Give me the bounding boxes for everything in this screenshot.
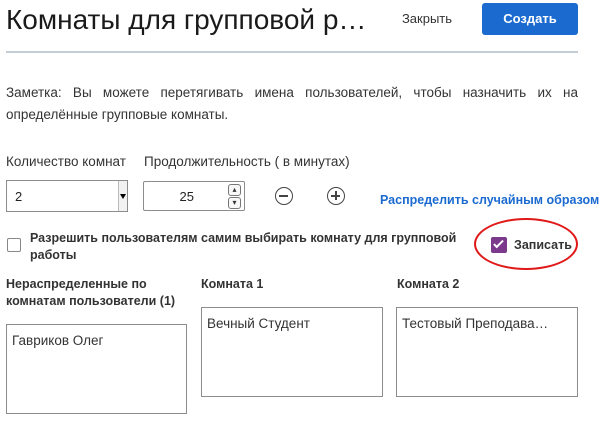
close-button[interactable]: Закрыть <box>391 4 463 34</box>
dialog-title: Комнаты для групповой ра… <box>6 4 378 35</box>
room-2-header: Комната 2 <box>397 277 460 291</box>
room-1-box[interactable]: Вечный Студент <box>201 307 383 397</box>
select-arrow-column <box>118 181 127 211</box>
self-select-checkbox[interactable] <box>7 238 21 252</box>
decrease-rooms-button[interactable] <box>275 187 293 205</box>
drag-note: Заметка: Вы можете перетягивать имена по… <box>6 85 578 122</box>
user-item[interactable]: Гавриков Олег <box>12 333 182 348</box>
chevron-down-icon <box>120 194 126 199</box>
room-count-label: Количество комнат <box>6 154 126 169</box>
minus-circle-icon <box>279 195 288 197</box>
increase-rooms-button[interactable] <box>327 187 345 205</box>
unassigned-header: Нераспределенные по комнатам пользовател… <box>6 277 176 308</box>
random-distribute-link[interactable]: Распределить случайным образом <box>380 193 599 207</box>
unassigned-users-box[interactable]: Гавриков Олег <box>6 324 187 414</box>
duration-input[interactable]: 25 ▴ ▾ <box>143 181 245 211</box>
room-1-header: Комната 1 <box>201 277 264 291</box>
duration-value: 25 <box>179 189 194 204</box>
chevron-down-icon[interactable]: ▾ <box>228 197 241 209</box>
room-count-select[interactable]: 2 <box>6 180 128 212</box>
plus-vertical-stroke <box>335 191 337 200</box>
room-2-box[interactable]: Тестовый Преподава… <box>396 307 578 397</box>
duration-label: Продолжительность ( в минутах) <box>144 154 350 169</box>
highlight-oval <box>474 218 578 270</box>
chevron-up-icon[interactable]: ▴ <box>228 184 241 196</box>
user-item[interactable]: Тестовый Преподава… <box>402 316 572 331</box>
room-count-value: 2 <box>15 189 23 204</box>
header-divider <box>6 51 578 53</box>
self-select-label: Разрешить пользователям самим выбирать к… <box>30 231 457 262</box>
user-item[interactable]: Вечный Студент <box>207 316 377 331</box>
create-button[interactable]: Создать <box>482 3 578 35</box>
